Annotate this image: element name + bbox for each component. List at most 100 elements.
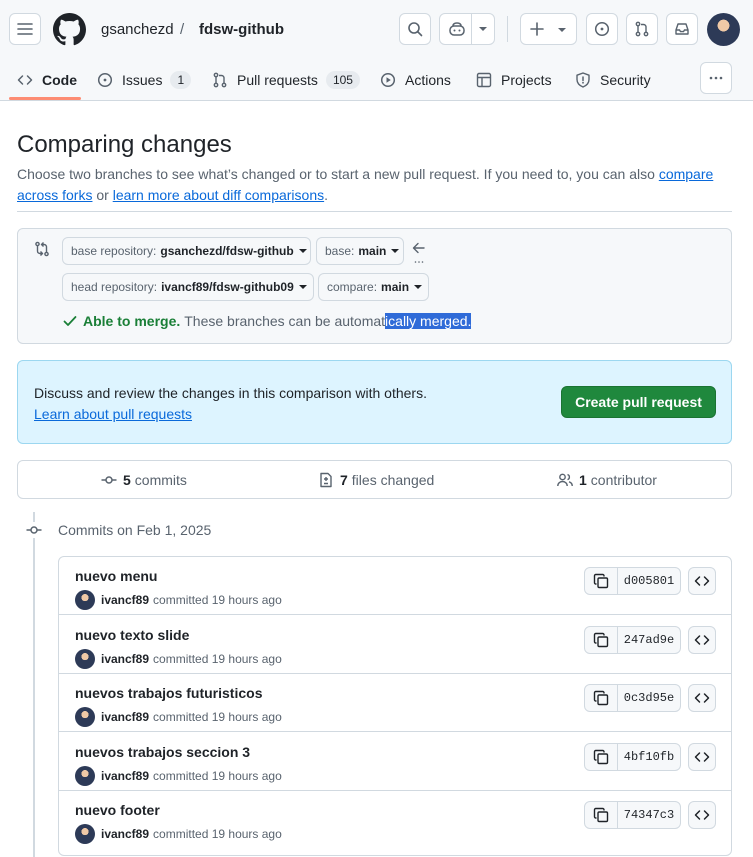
commit-row: nuevo footer ivancf89 committed 19 hours a… [59, 791, 731, 849]
inbox-icon [675, 23, 689, 35]
caret-down-icon [414, 285, 423, 289]
learn-diff-comparisons-link[interactable]: learn more about diff comparisons [113, 187, 324, 203]
commit-author[interactable]: ivancf89 [101, 652, 149, 666]
commit-message[interactable]: nuevo menu [75, 568, 157, 584]
menu-button[interactable] [9, 13, 41, 45]
author-avatar[interactable] [75, 707, 95, 727]
copy-icon[interactable] [585, 685, 618, 711]
description-text: Choose two branches to see what’s change… [17, 166, 655, 182]
commit-author[interactable]: ivancf89 [101, 827, 149, 841]
files-count: 7 [340, 472, 348, 488]
breadcrumb-repo[interactable]: fdsw-github [199, 21, 284, 38]
tab-code[interactable]: Code [17, 60, 77, 100]
commit-icon [101, 476, 117, 484]
copilot-button[interactable] [439, 13, 495, 45]
commit-message[interactable]: nuevos trabajos futuristicos [75, 685, 262, 701]
pull-requests-button[interactable] [626, 13, 658, 45]
commit-time: committed 19 hours ago [153, 827, 282, 841]
tab-actions[interactable]: Actions [380, 60, 451, 100]
browse-code-button[interactable] [688, 567, 716, 595]
base-branch-value: main [358, 244, 387, 258]
kebab-horizontal-icon [709, 76, 723, 80]
files-label: files changed [351, 472, 435, 488]
author-avatar[interactable] [75, 824, 95, 844]
pull-request-icon [213, 72, 227, 88]
search-button[interactable] [399, 13, 431, 45]
author-avatar[interactable] [75, 648, 95, 669]
commit-icon [25, 522, 43, 538]
commit-sha[interactable]: 4bf10fb [618, 744, 680, 770]
base-repository-label: base repository: [71, 244, 157, 258]
issues-button[interactable] [586, 13, 618, 45]
issues-counter: 1 [170, 71, 192, 89]
tab-security[interactable]: Security [575, 60, 651, 100]
pull-requests-counter: 105 [325, 71, 360, 89]
compare-branch-select[interactable]: compare: main [318, 273, 429, 301]
git-compare-icon [34, 241, 50, 257]
commit-sha-group: 4bf10fb [584, 742, 681, 771]
github-logo-icon[interactable] [53, 13, 86, 46]
code-icon [694, 749, 710, 765]
selected-text: ically merged. [385, 313, 472, 329]
commit-sha[interactable]: 74347c3 [618, 802, 680, 828]
copy-icon[interactable] [585, 743, 618, 770]
arrow-left-icon [412, 241, 426, 265]
files-changed-stat[interactable]: 7 files changed [318, 472, 434, 488]
commit-author[interactable]: ivancf89 [101, 710, 149, 724]
header-divider [507, 16, 508, 42]
section-divider [17, 211, 732, 212]
commit-meta: ivancf89 committed 19 hours ago [75, 590, 282, 610]
timeline-line [33, 512, 35, 857]
compare-branch-label: compare: [327, 280, 378, 294]
code-icon [694, 690, 710, 706]
commit-message[interactable]: nuevos trabajos seccion 3 [75, 744, 250, 760]
commit-sha[interactable]: 247ad9e [618, 627, 680, 653]
commit-row: nuevo menu ivancf89 committed 19 hours ago… [59, 557, 731, 615]
breadcrumb-owner[interactable]: gsanchezd [101, 21, 174, 38]
page-title: Comparing changes [17, 131, 232, 158]
commit-sha[interactable]: d005801 [618, 568, 680, 594]
commit-sha-group: 0c3d95e [584, 684, 681, 712]
create-new-button[interactable] [520, 13, 577, 45]
issue-icon [594, 21, 610, 37]
caret-down-icon [298, 285, 307, 289]
commit-message[interactable]: nuevo texto slide [75, 627, 189, 643]
commit-sha[interactable]: 0c3d95e [618, 685, 680, 711]
create-pull-request-button[interactable]: Create pull request [561, 386, 716, 418]
base-branch-select[interactable]: base: main [316, 237, 404, 265]
browse-code-button[interactable] [688, 801, 716, 829]
more-tabs-button[interactable] [700, 62, 732, 94]
repo-tabs: Code Issues 1 Pull requests 105 Actions … [0, 60, 753, 100]
base-branch-label: base: [325, 244, 355, 258]
commit-row: nuevos trabajos seccion 3 ivancf89 committ… [59, 733, 731, 791]
commit-meta: ivancf89 committed 19 hours ago [75, 824, 282, 844]
inbox-button[interactable] [666, 13, 698, 45]
copilot-icon [449, 22, 465, 36]
copy-icon[interactable] [585, 626, 618, 653]
user-avatar[interactable] [707, 13, 740, 46]
shield-icon [576, 72, 590, 88]
head-repository-select[interactable]: head repository: ivancf89/fdsw-github09 [62, 273, 314, 301]
tab-code-label: Code [42, 72, 77, 88]
commit-author[interactable]: ivancf89 [101, 593, 149, 607]
copy-icon[interactable] [585, 568, 618, 594]
author-avatar[interactable] [75, 765, 95, 786]
browse-code-button[interactable] [688, 684, 716, 712]
tab-issues[interactable]: Issues 1 [97, 60, 192, 100]
copy-icon[interactable] [585, 802, 618, 828]
commit-message[interactable]: nuevo footer [75, 802, 160, 818]
browse-code-button[interactable] [688, 625, 716, 654]
learn-pull-requests-link[interactable]: Learn about pull requests [34, 406, 192, 422]
base-repository-select[interactable]: base repository: gsanchezd/fdsw-github [62, 237, 311, 265]
commit-time: committed 19 hours ago [153, 768, 282, 783]
tab-projects[interactable]: Projects [476, 60, 552, 100]
merge-status-label: Able to merge. [83, 313, 181, 329]
tab-pull-requests[interactable]: Pull requests 105 [212, 60, 360, 100]
author-avatar[interactable] [75, 590, 95, 610]
contributors-stat[interactable]: 1 contributor [557, 472, 657, 488]
commit-author[interactable]: ivancf89 [101, 769, 149, 783]
tab-actions-label: Actions [405, 72, 451, 88]
commits-stat[interactable]: 5 commits [101, 472, 187, 488]
head-repository-value: ivancf89/fdsw-github09 [161, 280, 294, 294]
browse-code-button[interactable] [688, 742, 716, 771]
